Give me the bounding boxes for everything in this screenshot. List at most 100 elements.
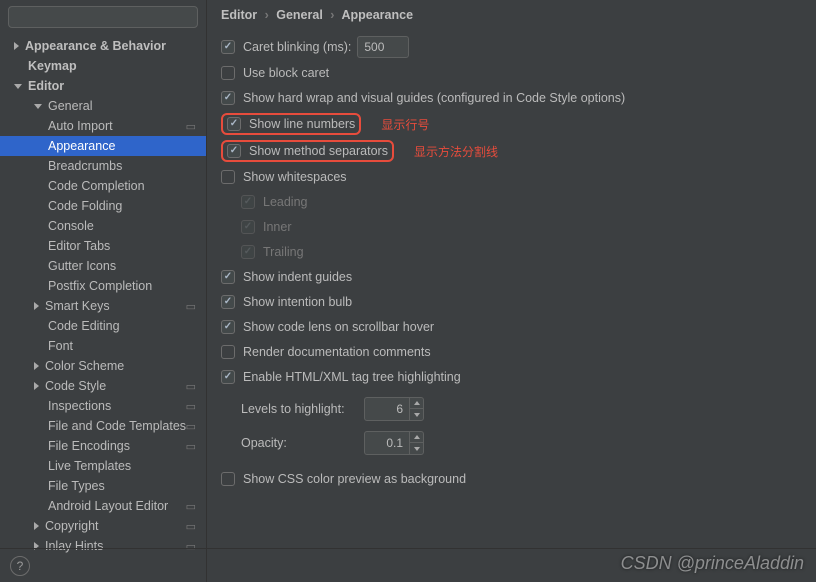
label: Show method separators [249,144,388,158]
tree-live-templates[interactable]: Live Templates [0,456,206,476]
spinner-arrows[interactable] [409,432,423,454]
tree-label: Android Layout Editor [48,499,168,513]
tree-code-style[interactable]: Code Style ▭ [0,376,206,396]
checkbox-caret-blinking[interactable] [221,40,235,54]
opt-indent-guides: Show indent guides [221,267,802,287]
tree-label: Code Editing [48,319,120,333]
opt-levels: Levels to highlight: [241,397,802,421]
annotation: 显示行号 [381,116,429,133]
tree-label: File Encodings [48,439,130,453]
tree-gutter-icons[interactable]: Gutter Icons [0,256,206,276]
tree-label: Appearance & Behavior [25,39,166,53]
tree-appearance-behavior[interactable]: Appearance & Behavior [0,36,206,56]
checkbox-code-lens[interactable] [221,320,235,334]
search-input[interactable] [8,6,198,28]
tree-auto-import[interactable]: Auto Import▭ [0,116,206,136]
tree-label: Keymap [28,59,77,73]
tree-label: Code Completion [48,179,145,193]
tree-breadcrumbs[interactable]: Breadcrumbs [0,156,206,176]
tree-font[interactable]: Font [0,336,206,356]
tree-editor[interactable]: Editor [0,76,206,96]
scope-icon: ▭ [186,380,196,393]
label: Show line numbers [249,117,355,131]
opt-hard-wrap: Show hard wrap and visual guides (config… [221,88,802,108]
tree-file-code-templates[interactable]: File and Code Templates▭ [0,416,206,436]
label: Levels to highlight: [241,402,356,416]
tree-android-layout[interactable]: Android Layout Editor▭ [0,496,206,516]
tree-label: File and Code Templates [48,419,186,433]
opt-whitespaces: Show whitespaces [221,167,802,187]
tree-file-types[interactable]: File Types [0,476,206,496]
label: Show intention bulb [243,295,352,309]
checkbox-render-doc[interactable] [221,345,235,359]
tree-appearance[interactable]: Appearance [0,136,206,156]
tree-label: Console [48,219,94,233]
checkbox-tag-tree[interactable] [221,370,235,384]
scope-icon: ▭ [186,440,196,453]
checkbox-block-caret[interactable] [221,66,235,80]
checkbox-line-numbers[interactable] [227,117,241,131]
checkbox-whitespaces[interactable] [221,170,235,184]
scope-icon: ▭ [186,520,196,533]
tree-label: Code Style [45,379,106,393]
opt-inner: Inner [241,217,802,237]
chevron-right-icon [34,362,39,370]
settings-content: Editor › General › Appearance Caret blin… [207,0,816,582]
scope-icon: ▭ [186,400,196,413]
caret-blink-input[interactable] [357,36,409,58]
tree-label: Editor Tabs [48,239,110,253]
opt-code-lens: Show code lens on scrollbar hover [221,317,802,337]
checkbox-trailing[interactable] [241,245,255,259]
tree-label: Gutter Icons [48,259,116,273]
settings-tree[interactable]: Appearance & Behavior Keymap Editor Gene… [0,34,206,582]
label: Opacity: [241,436,356,450]
annotation: 显示方法分割线 [414,143,498,160]
help-button[interactable]: ? [10,556,30,576]
tree-editor-tabs[interactable]: Editor Tabs [0,236,206,256]
opacity-spinner[interactable] [364,431,424,455]
opt-intention-bulb: Show intention bulb [221,292,802,312]
checkbox-hard-wrap[interactable] [221,91,235,105]
tree-label: Code Folding [48,199,122,213]
tree-color-scheme[interactable]: Color Scheme [0,356,206,376]
tree-code-completion[interactable]: Code Completion [0,176,206,196]
checkbox-method-separators[interactable] [227,144,241,158]
checkbox-intention-bulb[interactable] [221,295,235,309]
tree-code-editing[interactable]: Code Editing [0,316,206,336]
chevron-right-icon: › [265,8,269,22]
checkbox-css-preview[interactable] [221,472,235,486]
tree-label: General [48,99,92,113]
checkbox-indent-guides[interactable] [221,270,235,284]
opacity-input[interactable] [365,436,409,450]
arrow-up-icon [414,401,420,405]
tree-keymap[interactable]: Keymap [0,56,206,76]
opt-opacity: Opacity: [241,431,802,455]
spinner-arrows[interactable] [409,398,423,420]
levels-input[interactable] [365,402,409,416]
opt-block-caret: Use block caret [221,63,802,83]
tree-label: Copyright [45,519,99,533]
tree-postfix-completion[interactable]: Postfix Completion [0,276,206,296]
tree-file-encodings[interactable]: File Encodings ▭ [0,436,206,456]
chevron-down-icon [34,104,42,109]
opt-css-preview: Show CSS color preview as background [221,469,802,489]
levels-spinner[interactable] [364,397,424,421]
label: Show CSS color preview as background [243,472,466,486]
opt-method-separators: Show method separators 显示方法分割线 [221,140,802,162]
label: Enable HTML/XML tag tree highlighting [243,370,461,384]
tree-console[interactable]: Console [0,216,206,236]
checkbox-inner[interactable] [241,220,255,234]
arrow-up-icon [414,435,420,439]
scope-icon: ▭ [186,120,196,133]
tree-inspections[interactable]: Inspections▭ [0,396,206,416]
tree-code-folding[interactable]: Code Folding [0,196,206,216]
tree-general[interactable]: General [0,96,206,116]
tree-smart-keys[interactable]: Smart Keys▭ [0,296,206,316]
crumb-appearance: Appearance [341,8,413,22]
label: Render documentation comments [243,345,431,359]
label: Show indent guides [243,270,352,284]
opt-caret-blinking: Caret blinking (ms): [221,36,802,58]
tree-copyright[interactable]: Copyright ▭ [0,516,206,536]
checkbox-leading[interactable] [241,195,255,209]
arrow-down-icon [414,447,420,451]
